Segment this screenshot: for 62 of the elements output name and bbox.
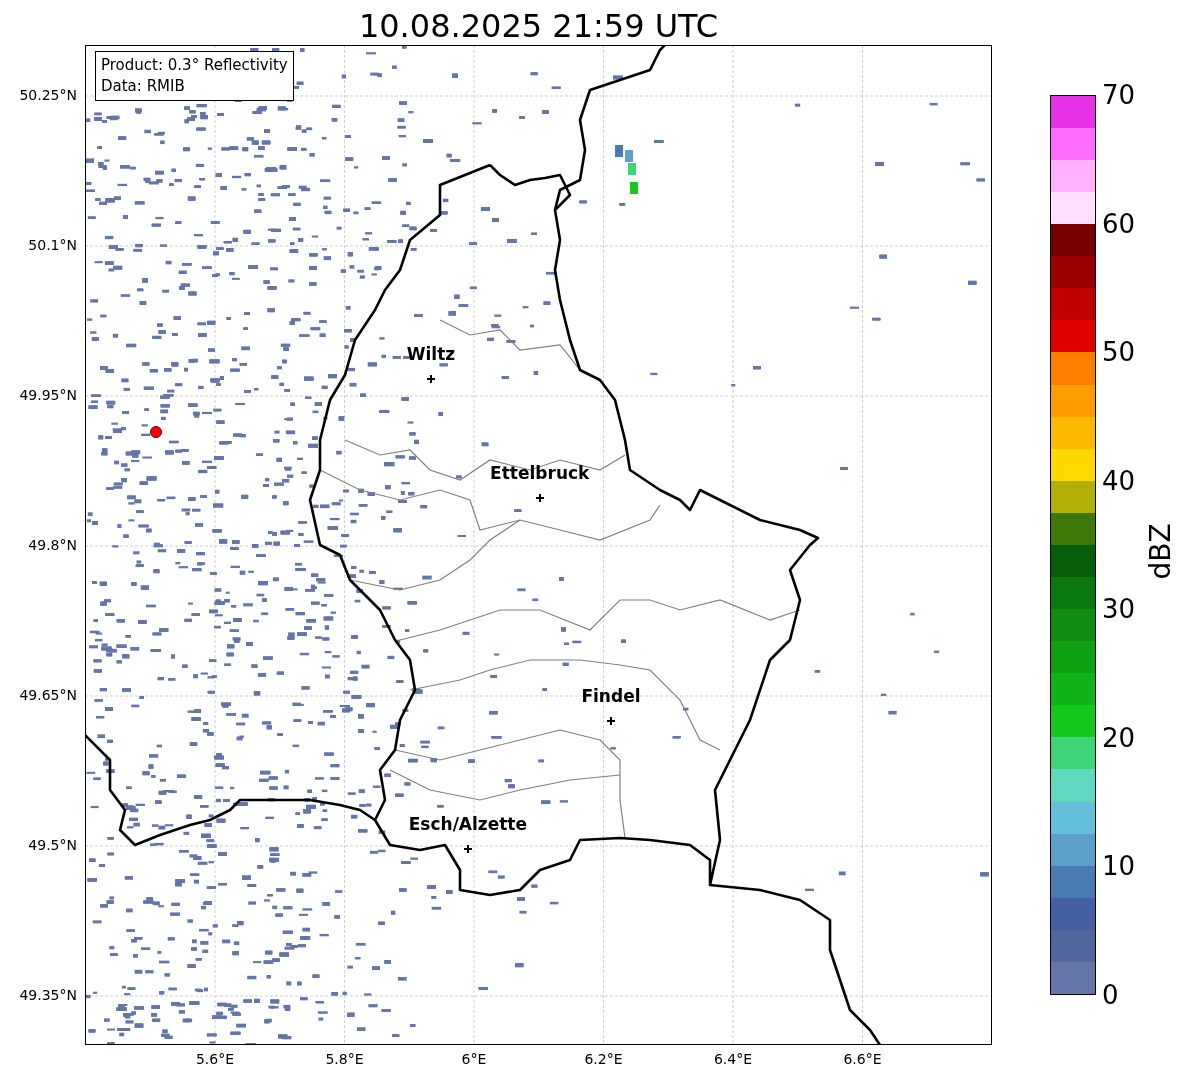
axis-tick-label: 6.4°E: [712, 1051, 754, 1067]
colorbar-segment: [1051, 673, 1095, 706]
colorbar-segment: [1051, 448, 1095, 481]
colorbar-segment: [1051, 705, 1095, 738]
colorbar-tick-label: 30: [1102, 593, 1136, 626]
axis-tick-label: 6°E: [460, 1051, 488, 1067]
axis-tick-label: 5.6°E: [194, 1051, 236, 1067]
place-marker-icon: [606, 717, 615, 725]
radar-site-marker: [149, 426, 162, 438]
colorbar-tick-label: 10: [1102, 850, 1136, 883]
place-marker-icon: [463, 845, 472, 853]
colorbar-segment: [1051, 320, 1095, 353]
colorbar-segment: [1051, 95, 1095, 128]
colorbar-segment: [1051, 833, 1095, 866]
colorbar-segment: [1051, 609, 1095, 642]
axis-tick-label: 49.35°N: [19, 987, 77, 1003]
colorbar-segment: [1051, 544, 1095, 577]
info-text: Data: RMIB: [101, 76, 186, 97]
colorbar-tick-label: 0: [1102, 979, 1119, 1011]
colorbar-segment: [1051, 897, 1095, 930]
axis-tick-label: 50.1°N: [28, 237, 77, 253]
colorbar-segment: [1051, 577, 1095, 610]
colorbar-segment: [1051, 288, 1095, 321]
colorbar-label: dBZ: [1143, 523, 1177, 580]
place-label: Ettelbruck: [489, 463, 591, 483]
place-marker-icon: [426, 375, 435, 383]
colorbar-segment: [1051, 512, 1095, 545]
axis-tick-label: 5.8°E: [324, 1051, 365, 1067]
colorbar-segment: [1051, 961, 1095, 994]
colorbar-segment: [1051, 224, 1095, 257]
place-label: Esch/Alzette: [407, 814, 529, 834]
colorbar-tick-label: 50: [1102, 336, 1136, 369]
colorbar-segment: [1051, 865, 1095, 898]
colorbar-tick-label: 60: [1102, 207, 1136, 240]
colorbar-tick-label: 70: [1102, 79, 1136, 111]
axis-tick-label: 49.95°N: [19, 387, 77, 403]
info-text: Product: 0.3° Reflectivity: [101, 55, 288, 76]
colorbar-segment: [1051, 127, 1095, 160]
colorbar-segment: [1051, 416, 1095, 449]
colorbar-segment: [1051, 480, 1095, 513]
axis-tick-label: 6.6°E: [842, 1051, 883, 1067]
colorbar-segment: [1051, 352, 1095, 385]
axis-tick-label: 49.65°N: [19, 687, 77, 703]
axis-tick-label: 6.2°E: [583, 1051, 624, 1067]
colorbar-segment: [1051, 769, 1095, 802]
colorbar-tick-label: 20: [1102, 721, 1136, 754]
colorbar-segment: [1051, 641, 1095, 674]
colorbar-segment: [1051, 929, 1095, 962]
colorbar-tick-label: 40: [1102, 464, 1136, 497]
place-label: Wiltz: [405, 344, 457, 364]
axis-tick-label: 50.25°N: [19, 87, 77, 103]
colorbar-segment: [1051, 801, 1095, 834]
colorbar-segment: [1051, 737, 1095, 770]
colorbar-segment: [1051, 256, 1095, 289]
place-marker-icon: [535, 494, 544, 502]
axis-tick-label: 49.8°N: [28, 537, 77, 553]
colorbar-segment: [1051, 192, 1095, 225]
colorbar-segment: [1051, 159, 1095, 193]
chart-title: 10.08.2025 21:59 UTC: [357, 6, 720, 45]
axis-tick-label: 49.5°N: [28, 837, 77, 853]
colorbar-segment: [1051, 384, 1095, 417]
place-label: Findel: [580, 686, 642, 706]
